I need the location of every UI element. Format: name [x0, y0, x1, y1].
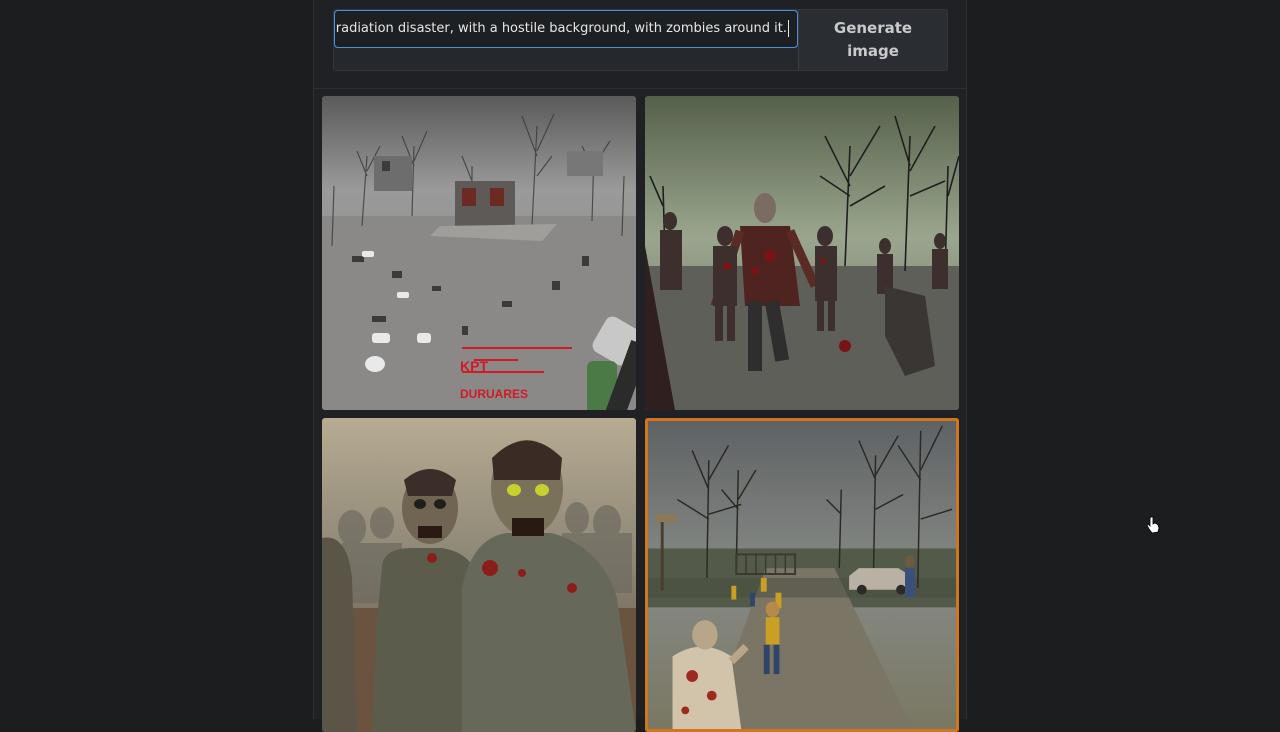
prompt-bar: ' a radiation disaster, with a hostile b… [333, 9, 948, 71]
prompt-input[interactable]: ' a radiation disaster, with a hostile b… [334, 10, 798, 48]
generated-image-1[interactable]: KPT DURUARES [322, 96, 636, 410]
prompt-text: a radiation disaster, with a hostile bac… [334, 21, 787, 36]
generate-label-line1: Generate [833, 19, 913, 37]
text-caret [788, 20, 789, 37]
zombie-road-image [645, 418, 959, 732]
hand-cursor-icon [1146, 516, 1160, 534]
prompt-input-footer [334, 48, 798, 70]
generated-image-2[interactable] [645, 96, 959, 410]
generated-image-3[interactable] [322, 418, 636, 732]
zombie-horde-image [645, 96, 959, 410]
generated-image-4[interactable] [645, 418, 959, 732]
wasteland-image: KPT DURUARES [322, 96, 636, 410]
overlay-text-1: KPT [460, 358, 488, 374]
generate-image-button[interactable]: Generate image [798, 10, 947, 70]
divider [314, 88, 966, 89]
generate-label-line2: image [847, 42, 899, 60]
zombie-closeup-image [322, 418, 636, 732]
overlay-text-2: DURUARES [460, 387, 528, 401]
app-panel: ' a radiation disaster, with a hostile b… [313, 0, 1160, 732]
